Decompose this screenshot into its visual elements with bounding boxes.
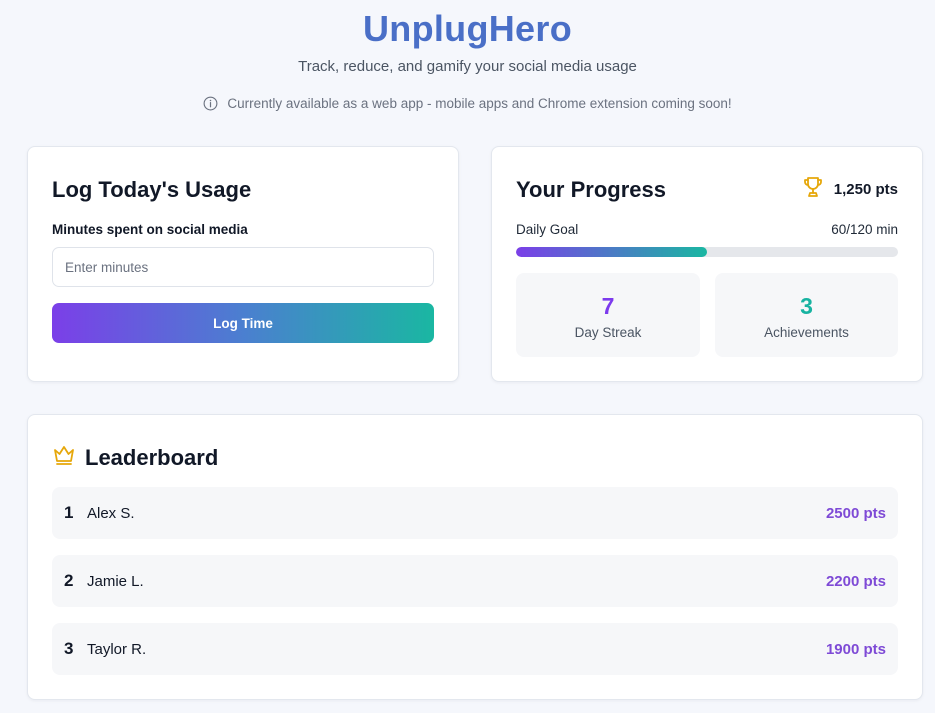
day-streak-value: 7 bbox=[601, 293, 615, 319]
app-tagline: Track, reduce, and gamify your social me… bbox=[298, 58, 637, 75]
minutes-field-label: Minutes spent on social media bbox=[52, 222, 248, 237]
achievements-label: Achievements bbox=[764, 325, 849, 340]
leaderboard-name: Taylor R. bbox=[87, 640, 147, 658]
crown-icon bbox=[52, 443, 76, 472]
trophy-icon bbox=[801, 175, 825, 203]
leaderboard-rank: 2 bbox=[64, 571, 74, 590]
points-total: 1,250 pts bbox=[801, 175, 898, 203]
daily-goal-progress-fill bbox=[516, 247, 707, 257]
day-streak-label: Day Streak bbox=[574, 325, 642, 340]
leaderboard-name: Alex S. bbox=[87, 504, 135, 522]
progress-card: Your Progress 1,250 pts Daily Goal 60/12… bbox=[491, 146, 923, 382]
notice-text: Currently available as a web app - mobil… bbox=[227, 96, 732, 111]
daily-goal-label: Daily Goal bbox=[516, 222, 579, 237]
daily-goal-progress-bar bbox=[516, 247, 898, 257]
leaderboard-rank: 3 bbox=[64, 639, 74, 658]
day-streak-stat: 7 Day Streak bbox=[516, 273, 700, 357]
app-title: UnplugHero bbox=[363, 8, 572, 49]
achievements-stat: 3 Achievements bbox=[715, 273, 898, 357]
leaderboard-points: 2200 pts bbox=[825, 572, 886, 590]
leaderboard-header: Leaderboard bbox=[52, 443, 218, 472]
log-usage-card: Log Today's Usage Minutes spent on socia… bbox=[27, 146, 459, 382]
leaderboard-rank: 1 bbox=[64, 503, 74, 522]
leaderboard-title: Leaderboard bbox=[85, 444, 219, 470]
leaderboard-row: 1 Alex S. 2500 pts bbox=[52, 487, 898, 539]
points-value: 1,250 pts bbox=[833, 180, 898, 198]
leaderboard-card: Leaderboard 1 Alex S. 2500 pts 2 Jamie L… bbox=[27, 414, 923, 700]
leaderboard-points: 2500 pts bbox=[825, 504, 886, 522]
info-icon bbox=[203, 96, 218, 111]
daily-goal-value: 60/120 min bbox=[831, 222, 898, 237]
availability-notice: Currently available as a web app - mobil… bbox=[0, 96, 935, 111]
leaderboard-points: 1900 pts bbox=[825, 640, 886, 658]
progress-title: Your Progress bbox=[516, 177, 666, 202]
leaderboard-row: 2 Jamie L. 2200 pts bbox=[52, 555, 898, 607]
log-time-button[interactable]: Log Time bbox=[52, 303, 434, 343]
achievements-value: 3 bbox=[800, 293, 813, 319]
leaderboard-name: Jamie L. bbox=[87, 572, 144, 590]
minutes-input[interactable] bbox=[52, 247, 434, 287]
app-page: UnplugHero Track, reduce, and gamify you… bbox=[0, 0, 935, 713]
leaderboard-row: 3 Taylor R. 1900 pts bbox=[52, 623, 898, 675]
log-usage-title: Log Today's Usage bbox=[52, 177, 252, 202]
